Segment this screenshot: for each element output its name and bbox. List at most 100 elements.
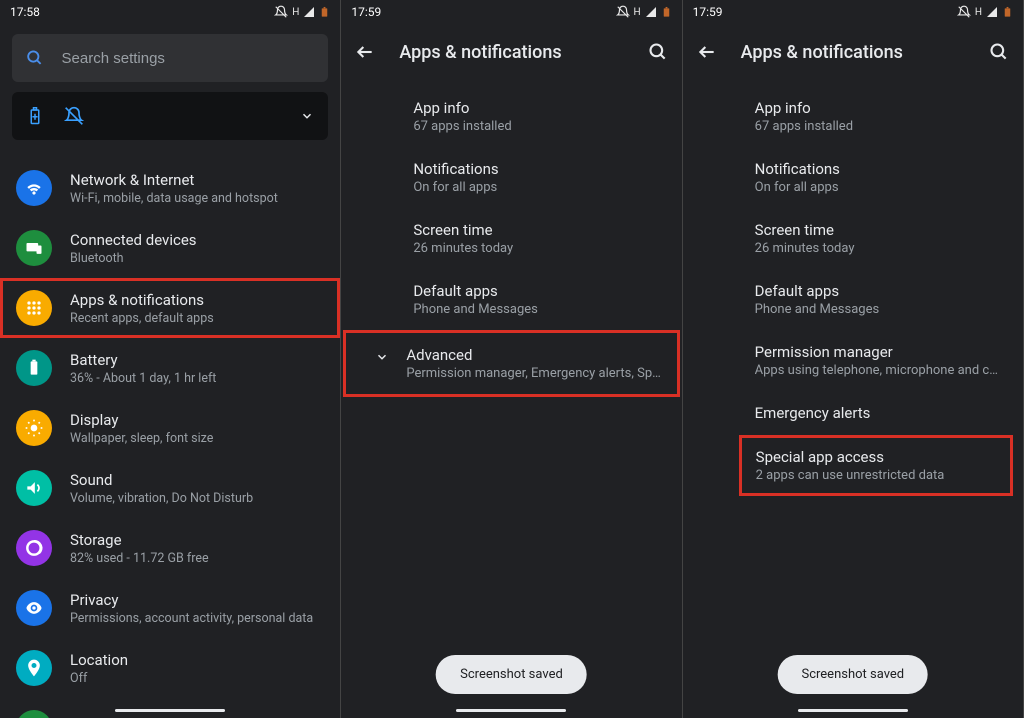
item-title: Screen time <box>413 221 657 239</box>
chevron-down-icon <box>300 109 314 123</box>
signal-h-icon: H <box>634 7 641 18</box>
signal-icon <box>986 6 998 18</box>
toast[interactable]: Screenshot saved <box>436 655 587 694</box>
settings-list: Network & Internet Wi-Fi, mobile, data u… <box>0 158 340 718</box>
settings-item-storage[interactable]: Storage 82% used - 11.72 GB free <box>0 518 340 578</box>
apps-icon <box>16 290 52 326</box>
item-subtitle: Bluetooth <box>70 251 197 266</box>
item-title: Default apps <box>413 282 657 300</box>
nav-indicator[interactable] <box>456 709 566 712</box>
battery-icon <box>661 5 672 19</box>
app-header: Apps & notifications <box>683 24 1023 80</box>
status-bar: 17:58 H <box>0 0 340 24</box>
detail-app-info[interactable]: App info 67 apps installed <box>683 86 1023 147</box>
status-bar: 17:59 H <box>683 0 1023 24</box>
item-title: Sound <box>70 471 253 489</box>
settings-item-privacy[interactable]: Privacy Permissions, account activity, p… <box>0 578 340 638</box>
settings-item-location[interactable]: Location Off <box>0 638 340 698</box>
item-title: App info <box>755 99 999 117</box>
item-subtitle: Wallpaper, sleep, font size <box>70 431 213 446</box>
detail-emergency-alerts[interactable]: Emergency alerts <box>683 391 1023 435</box>
detail-advanced[interactable]: Advanced Permission manager, Emergency a… <box>346 333 676 394</box>
item-title: Special app access <box>756 448 996 466</box>
detail-screen-time[interactable]: Screen time 26 minutes today <box>683 208 1023 269</box>
item-title: Storage <box>70 531 209 549</box>
search-settings-bar[interactable] <box>12 34 328 82</box>
highlight-special-access: Special app access 2 apps can use unrest… <box>739 435 1013 496</box>
detail-permission-manager[interactable]: Permission manager Apps using telephone,… <box>683 330 1023 391</box>
nav-indicator[interactable] <box>798 709 908 712</box>
apps-notifications-screen: 17:59 H Apps & notifications App info 67… <box>341 0 682 718</box>
detail-list: App info 67 apps installed Notifications… <box>683 80 1023 502</box>
item-subtitle: 26 minutes today <box>413 241 657 256</box>
status-time: 17:58 <box>10 5 40 19</box>
item-subtitle: Apps using telephone, microphone and con… <box>755 363 999 378</box>
detail-special-app-access[interactable]: Special app access 2 apps can use unrest… <box>742 438 1010 493</box>
search-icon <box>26 48 44 68</box>
back-icon[interactable] <box>697 42 717 62</box>
item-subtitle: Recent apps, default apps <box>70 311 214 326</box>
item-subtitle: Volume, vibration, Do Not Disturb <box>70 491 253 506</box>
item-subtitle: On for all apps <box>413 180 657 195</box>
settings-item-apps[interactable]: Apps & notifications Recent apps, defaul… <box>0 278 340 338</box>
item-subtitle: Phone and Messages <box>413 302 657 317</box>
item-subtitle: Permissions, account activity, personal … <box>70 611 313 626</box>
status-icons: H <box>616 5 672 19</box>
status-icons: H <box>274 5 330 19</box>
settings-item-connected[interactable]: Connected devices Bluetooth <box>0 218 340 278</box>
settings-item-sound[interactable]: Sound Volume, vibration, Do Not Disturb <box>0 458 340 518</box>
item-title: Permission manager <box>755 343 999 361</box>
storage-icon <box>16 530 52 566</box>
dnd-icon <box>274 5 288 19</box>
item-title: App info <box>413 99 657 117</box>
signal-h-icon: H <box>292 7 299 18</box>
detail-screen-time[interactable]: Screen time 26 minutes today <box>341 208 681 269</box>
status-icons: H <box>957 5 1013 19</box>
item-subtitle: 2 apps can use unrestricted data <box>756 468 996 483</box>
item-subtitle: 26 minutes today <box>755 241 999 256</box>
wifi-icon <box>16 170 52 206</box>
toast[interactable]: Screenshot saved <box>777 655 928 694</box>
search-input[interactable] <box>62 50 315 67</box>
item-subtitle: Wi-Fi, mobile, data usage and hotspot <box>70 191 278 206</box>
search-icon[interactable] <box>989 42 1009 62</box>
detail-notifications[interactable]: Notifications On for all apps <box>683 147 1023 208</box>
settings-item-security[interactable]: Security <box>0 698 340 718</box>
settings-home-screen: 17:58 H Network & Internet Wi-Fi, mobile… <box>0 0 341 718</box>
item-title: Connected devices <box>70 231 197 249</box>
signal-h-icon: H <box>975 7 982 18</box>
battery-item-icon <box>16 350 52 386</box>
battery-icon <box>319 5 330 19</box>
item-title: Emergency alerts <box>755 404 999 422</box>
sound-icon <box>16 470 52 506</box>
bell-off-icon <box>64 106 84 126</box>
detail-default-apps[interactable]: Default apps Phone and Messages <box>341 269 681 330</box>
security-icon <box>16 710 52 718</box>
highlight-advanced: Advanced Permission manager, Emergency a… <box>343 330 679 397</box>
chevron-down-icon <box>375 350 389 364</box>
condition-card[interactable] <box>12 92 328 140</box>
detail-notifications[interactable]: Notifications On for all apps <box>341 147 681 208</box>
detail-list: App info 67 apps installed Notifications… <box>341 80 681 403</box>
settings-item-network[interactable]: Network & Internet Wi-Fi, mobile, data u… <box>0 158 340 218</box>
item-subtitle: 36% - About 1 day, 1 hr left <box>70 371 216 386</box>
item-title: Apps & notifications <box>70 291 214 309</box>
item-title: Default apps <box>755 282 999 300</box>
item-title: Privacy <box>70 591 313 609</box>
item-subtitle: 67 apps installed <box>413 119 657 134</box>
item-title: Network & Internet <box>70 171 278 189</box>
back-icon[interactable] <box>355 42 375 62</box>
settings-item-battery[interactable]: Battery 36% - About 1 day, 1 hr left <box>0 338 340 398</box>
detail-app-info[interactable]: App info 67 apps installed <box>341 86 681 147</box>
header-title: Apps & notifications <box>399 42 561 63</box>
nav-indicator[interactable] <box>115 709 225 712</box>
item-subtitle: Off <box>70 671 128 686</box>
battery-icon <box>1002 5 1013 19</box>
status-bar: 17:59 H <box>341 0 681 24</box>
search-icon[interactable] <box>648 42 668 62</box>
settings-item-display[interactable]: Display Wallpaper, sleep, font size <box>0 398 340 458</box>
item-subtitle: 82% used - 11.72 GB free <box>70 551 209 566</box>
display-icon <box>16 410 52 446</box>
detail-default-apps[interactable]: Default apps Phone and Messages <box>683 269 1023 330</box>
item-title: Notifications <box>755 160 999 178</box>
